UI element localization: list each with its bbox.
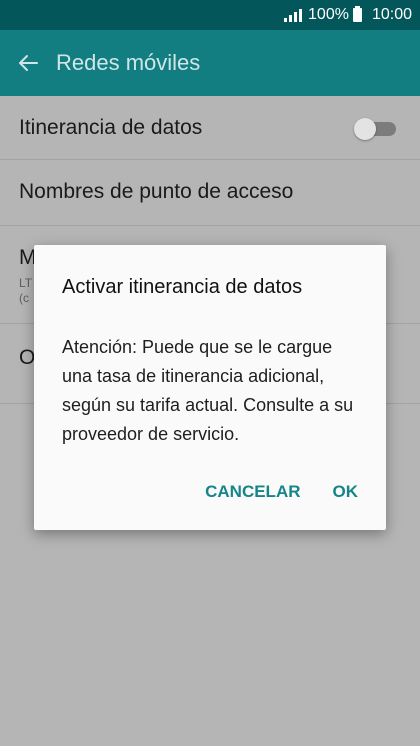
network-mode-summary: LT xyxy=(19,276,33,290)
cancel-button[interactable]: CANCELAR xyxy=(195,474,310,510)
page-title: Redes móviles xyxy=(56,50,201,75)
data-roaming-toggle[interactable] xyxy=(354,117,398,140)
access-point-names-row[interactable]: Nombres de punto de acceso xyxy=(0,160,420,226)
battery-icon xyxy=(352,6,362,22)
app-bar: Redes móviles xyxy=(0,30,420,96)
ok-button[interactable]: OK xyxy=(323,474,369,510)
network-mode-summary-line2: (c xyxy=(19,291,29,305)
data-roaming-label: Itinerancia de datos xyxy=(19,116,203,139)
status-bar: 100% 10:00 xyxy=(0,0,420,30)
arrow-left-icon[interactable] xyxy=(0,54,56,72)
dialog-title: Activar itinerancia de datos xyxy=(62,276,303,298)
battery-percent: 100% xyxy=(308,6,349,23)
signal-icon xyxy=(284,8,303,22)
network-operators-label: O xyxy=(19,346,36,369)
access-point-names-label: Nombres de punto de acceso xyxy=(19,180,294,203)
clock: 10:00 xyxy=(371,6,412,23)
data-roaming-row[interactable]: Itinerancia de datos xyxy=(0,96,420,160)
roaming-dialog: Activar itinerancia de datos Atención: P… xyxy=(34,245,386,530)
dialog-actions: CANCELAR OK xyxy=(183,474,368,510)
dialog-message: Atención: Puede que se le cargue una tas… xyxy=(62,337,354,444)
